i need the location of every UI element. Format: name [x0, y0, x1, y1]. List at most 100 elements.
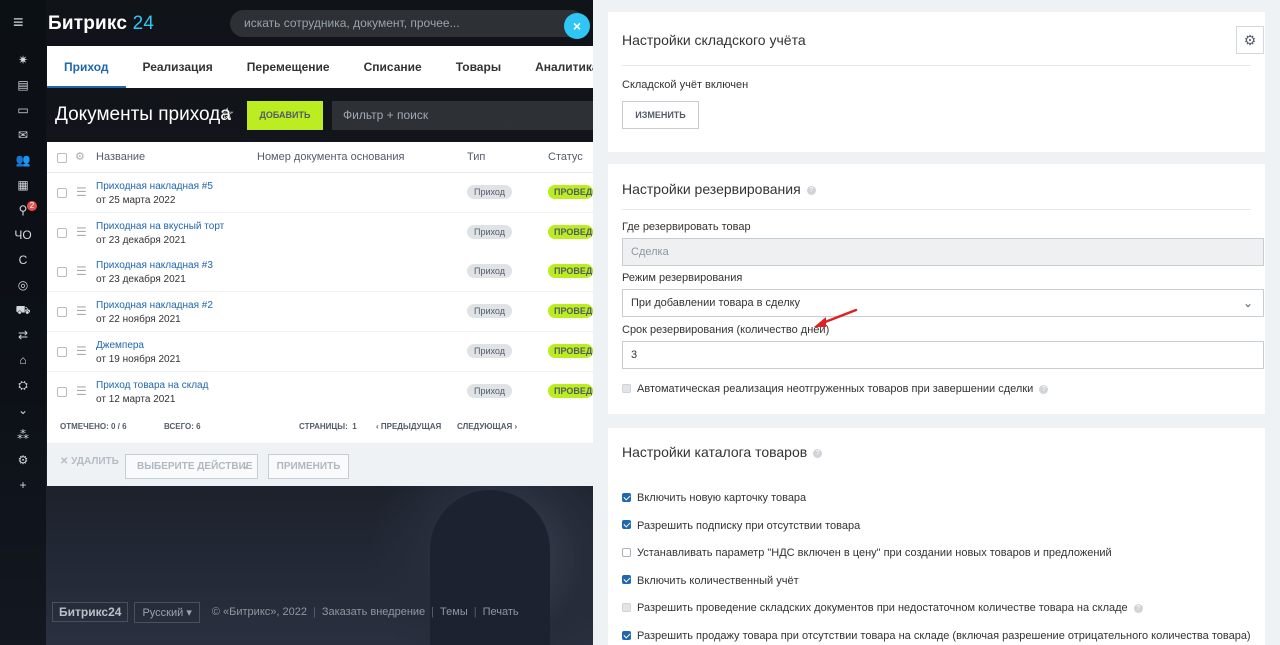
- annotation-arrow-icon: [814, 308, 858, 327]
- themes-link[interactable]: Темы: [440, 606, 468, 618]
- change-button[interactable]: ИЗМЕНИТЬ: [622, 101, 699, 129]
- row-name-link[interactable]: Приходная накладная #3: [96, 260, 213, 271]
- grid-actions-bar: ✕ УДАЛИТЬ ВЫБЕРИТЕ ДЕЙСТВИЕ ⌄ ПРИМЕНИТЬ: [47, 443, 593, 486]
- sitemap-icon[interactable]: ⁂: [0, 423, 46, 448]
- settings-icon[interactable]: ⚙: [0, 448, 46, 473]
- divider: [622, 209, 1251, 210]
- order-link[interactable]: Заказать внедрение: [322, 606, 425, 618]
- checkbox-box: [622, 575, 631, 585]
- next-page-link[interactable]: СЛЕДУЮЩАЯ ›: [457, 422, 517, 431]
- transfer-icon[interactable]: ⇄: [0, 323, 46, 348]
- filter-search-input[interactable]: Фильтр + поиск: [332, 101, 594, 130]
- tab-2[interactable]: Перемещение: [230, 46, 347, 88]
- c-label[interactable]: С: [0, 248, 46, 273]
- row-checkbox[interactable]: [57, 188, 67, 198]
- more-icon[interactable]: ⌄: [0, 398, 46, 423]
- reserve-mode-select[interactable]: При добавлении товара в сделку ⌄: [622, 289, 1264, 317]
- row-status-badge: ПРОВЕДЕН: [548, 343, 593, 358]
- table-row[interactable]: ☰ Приходная на вкусный торт от 23 декабря …: [47, 212, 593, 253]
- warehouse-icon[interactable]: ⌂: [0, 348, 46, 373]
- row-menu-icon[interactable]: ☰: [76, 344, 87, 358]
- row-name-link[interactable]: Джемпера: [96, 340, 144, 351]
- groups-icon[interactable]: 👥: [0, 148, 46, 173]
- target-icon[interactable]: ◎: [0, 273, 46, 298]
- row-date: от 23 декабря 2021: [96, 274, 186, 286]
- pages: СТРАНИЦЫ: 1: [299, 422, 357, 431]
- row-menu-icon[interactable]: ☰: [76, 225, 87, 239]
- select-action-dropdown[interactable]: ВЫБЕРИТЕ ДЕЙСТВИЕ ⌄: [125, 454, 258, 479]
- global-search-input[interactable]: искать сотрудника, документ, прочее...: [230, 10, 585, 37]
- apply-button[interactable]: ПРИМЕНИТЬ: [268, 454, 349, 479]
- mail-icon[interactable]: ✉: [0, 123, 46, 148]
- catalog-option-checkbox[interactable]: Разрешить подписку при отсутствии товара: [622, 520, 860, 532]
- col-doc-number[interactable]: Номер документа основания: [257, 142, 404, 173]
- row-name-link[interactable]: Приход товара на склад: [96, 380, 208, 391]
- help-icon[interactable]: ?: [806, 185, 816, 195]
- row-menu-icon[interactable]: ☰: [76, 304, 87, 318]
- help-icon[interactable]: ?: [813, 448, 823, 458]
- catalog-option-checkbox[interactable]: Включить новую карточку товара: [622, 492, 806, 504]
- row-status-badge: ПРОВЕДЕН: [548, 185, 593, 199]
- delete-button[interactable]: ✕ УДАЛИТЬ: [60, 456, 119, 467]
- col-type[interactable]: Тип: [467, 142, 485, 173]
- catalog-option-checkbox[interactable]: Устанавливать параметр "НДС включен в це…: [622, 547, 1112, 559]
- catalog-option-checkbox[interactable]: Включить количественный учёт: [622, 575, 799, 587]
- tab-3[interactable]: Списание: [347, 46, 439, 88]
- row-checkbox[interactable]: [57, 346, 67, 357]
- catalog-option-checkbox[interactable]: Разрешить проведение складских документо…: [622, 602, 1143, 614]
- settings-gear-icon[interactable]: ⚙: [1236, 26, 1264, 54]
- row-status-badge: ПРОВЕДЕН: [548, 264, 593, 279]
- favorite-star-icon[interactable]: ☆: [220, 104, 234, 124]
- help-icon[interactable]: ?: [1039, 384, 1049, 394]
- option-label: Устанавливать параметр "НДС включен в це…: [637, 547, 1112, 560]
- docs-icon[interactable]: ▦: [0, 173, 46, 198]
- tab-1[interactable]: Реализация: [126, 46, 230, 88]
- row-date: от 25 марта 2022: [96, 195, 176, 206]
- catalog-option-checkbox[interactable]: Разрешить продажу товара при отсутствии …: [622, 630, 1251, 642]
- col-status[interactable]: Статус: [548, 142, 583, 173]
- tab-4[interactable]: Товары: [439, 46, 518, 88]
- row-checkbox[interactable]: [57, 307, 67, 318]
- help-icon[interactable]: ?: [1133, 603, 1143, 613]
- language-select[interactable]: Русский ▾: [134, 601, 200, 623]
- close-slider-button[interactable]: ×: [564, 13, 590, 39]
- print-link[interactable]: Печать: [483, 606, 519, 618]
- row-type-badge: Приход: [467, 185, 512, 199]
- prev-page-link[interactable]: ‹ ПРЕДЫДУЩАЯ: [376, 422, 441, 431]
- table-row[interactable]: ☰ Приходная накладная #3 от 23 декабря 202…: [47, 252, 593, 293]
- bitrix24-logo[interactable]: Битрикс 24: [48, 13, 154, 35]
- table-row[interactable]: ☰ Приход товара на склад от 12 марта 2021 П…: [47, 371, 593, 412]
- add-icon[interactable]: +: [0, 473, 46, 498]
- row-name-link[interactable]: Приходная накладная #2: [96, 300, 213, 311]
- row-menu-icon[interactable]: ☰: [76, 185, 87, 199]
- table-row[interactable]: ☰ Приходная накладная #2 от 22 ноября 2021…: [47, 292, 593, 333]
- tab-0[interactable]: Приход: [47, 46, 126, 88]
- add-button[interactable]: ДОБАВИТЬ: [247, 101, 323, 130]
- filter-icon[interactable]: 2 ⚲: [0, 198, 46, 223]
- reserve-period-input[interactable]: 3: [622, 341, 1264, 369]
- cho-label[interactable]: ЧО: [0, 223, 46, 248]
- option-label: Включить новую карточку товара: [637, 492, 807, 504]
- calendar-icon[interactable]: ▤: [0, 73, 46, 98]
- checkbox-box: [622, 547, 631, 557]
- footer-logo[interactable]: Битрикс24: [52, 602, 129, 622]
- row-checkbox[interactable]: [57, 227, 67, 238]
- row-checkbox[interactable]: [57, 267, 67, 278]
- activity-icon[interactable]: ✷: [0, 48, 46, 73]
- row-name-link[interactable]: Приходная накладная #5: [96, 181, 213, 192]
- row-name-link[interactable]: Приходная на вкусный торт: [96, 221, 224, 232]
- auto-realization-checkbox[interactable]: Автоматическая реализация неотгруженных …: [622, 383, 1049, 395]
- grid-settings-icon[interactable]: ⚙: [75, 142, 85, 173]
- select-all-checkbox[interactable]: [57, 153, 67, 163]
- top-tabs: Приход Реализация Перемещение Списание Товар…: [47, 46, 599, 88]
- drive-icon[interactable]: ▭: [0, 98, 46, 123]
- robot-icon[interactable]: ⛭: [0, 373, 46, 398]
- col-name[interactable]: Название: [96, 142, 145, 173]
- row-menu-icon[interactable]: ☰: [76, 264, 87, 278]
- row-checkbox[interactable]: [57, 386, 67, 397]
- table-row[interactable]: ☰ Приходная накладная #5 от 25 марта 2022 П…: [47, 173, 593, 213]
- hamburger-menu-icon[interactable]: ≡: [13, 13, 33, 31]
- table-row[interactable]: ☰ Джемпера от 19 ноября 2021 Приход ПРОВЕДЕН: [47, 331, 593, 372]
- row-menu-icon[interactable]: ☰: [76, 384, 87, 398]
- cart-icon[interactable]: ⛟: [0, 298, 46, 323]
